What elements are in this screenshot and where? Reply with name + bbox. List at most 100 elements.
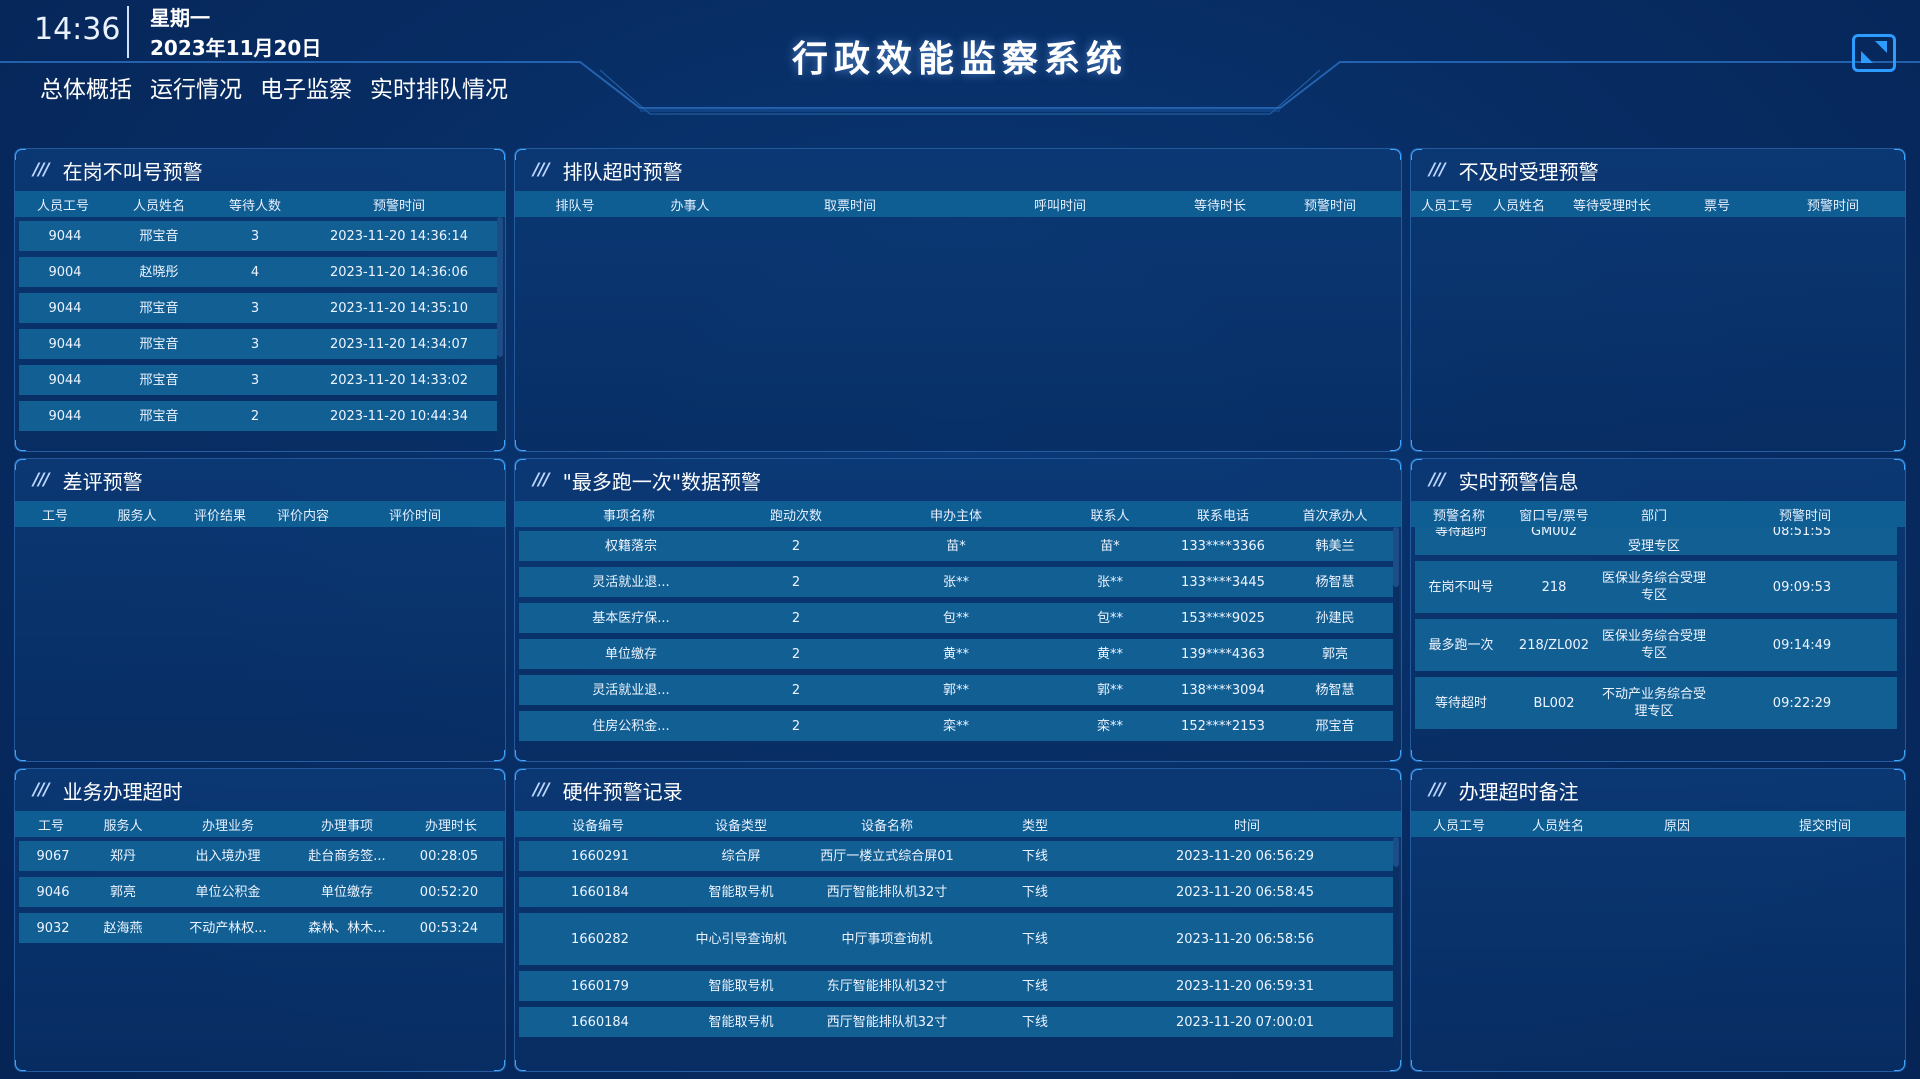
fullscreen-icon[interactable] — [1852, 34, 1896, 72]
cell-count: 2 — [250, 408, 260, 424]
panel-title: /// "最多跑一次"数据预警 — [515, 459, 1401, 501]
cell-contact: 郭** — [1096, 682, 1123, 698]
cell-duration: 00:53:24 — [419, 920, 479, 936]
table-row[interactable]: 1660184 智能取号机 西厅智能排队机32寸 下线 2023-11-20 0… — [519, 1007, 1393, 1037]
cell-device-name: 西厅智能排队机32寸 — [826, 1014, 948, 1030]
cell-id: 9004 — [48, 264, 82, 280]
cell-status: 下线 — [1021, 931, 1048, 947]
table-row[interactable]: 灵活就业退... 2 张** 张** 133****3445 杨智慧 — [519, 567, 1393, 597]
cell-item: 权籍落宗 — [604, 538, 657, 554]
panel-title: /// 在岗不叫号预警 — [15, 149, 505, 191]
cell-runs: 2 — [791, 574, 801, 590]
col-header: 联系电话 — [1196, 508, 1249, 524]
col-header: 评价结果 — [193, 508, 246, 524]
table-row[interactable]: 1660291 综合屏 西厅一楼立式综合屏01 下线 2023-11-20 06… — [519, 841, 1393, 871]
panel-title-text: 硬件预警记录 — [562, 779, 683, 804]
cell-name: 邢宝音 — [139, 372, 179, 388]
table-row[interactable]: 9046 郭亮 单位公积金 单位缴存 00:52:20 — [19, 877, 503, 907]
col-header: 原因 — [1663, 818, 1690, 834]
table-row[interactable]: 9032 赵海燕 不动产林权... 森林、林木... 00:53:24 — [19, 913, 503, 943]
table-row[interactable]: 9004 赵晓彤 4 2023-11-20 14:36:06 — [19, 257, 497, 287]
panel-title-text: 办理超时备注 — [1458, 779, 1579, 804]
table-header: 人员工号 人员姓名 等待受理时长 票号 预警时间 — [1411, 191, 1905, 217]
cell-time: 2023-11-20 06:58:45 — [1175, 884, 1315, 900]
col-header: 申办主体 — [929, 508, 982, 524]
cell-phone: 153****9025 — [1181, 610, 1265, 626]
table-row[interactable]: 住房公积金... 2 栾** 栾** 152****2153 邢宝音 — [519, 711, 1393, 741]
panel-realtime-warning: /// 实时预警信息 预警名称 窗口号/票号 部门 预警时间 等待超时 GM00… — [1410, 458, 1906, 762]
table-body[interactable]: 权籍落宗 2 苗* 苗* 133****3366 韩美兰 灵活就业退... 2 … — [515, 527, 1401, 757]
cell-window: BL002 — [1533, 695, 1575, 711]
col-header: 呼叫时间 — [1033, 198, 1086, 214]
table-row[interactable]: 等待超时 GM002 受理专区 08:51:55 — [1415, 527, 1897, 555]
panel-handling-timeout: /// 业务办理超时 工号 服务人 办理业务 办理事项 办理时长 9067 郑丹… — [14, 768, 506, 1072]
table-row[interactable]: 最多跑一次 218/ZL002 医保业务综合受理专区 09:14:49 — [1415, 619, 1897, 671]
cell-device-id: 1660179 — [571, 978, 629, 994]
cell-item: 森林、林木... — [308, 920, 386, 936]
cell-handler: 郭亮 — [1321, 646, 1348, 662]
cell-duration: 00:28:05 — [419, 848, 479, 864]
slash-icon: /// — [1429, 780, 1446, 800]
table-body[interactable]: 1660291 综合屏 西厅一楼立式综合屏01 下线 2023-11-20 06… — [515, 837, 1401, 1055]
col-header: 跑动次数 — [769, 508, 822, 524]
col-header: 办理时长 — [424, 818, 477, 834]
table-row[interactable]: 1660179 智能取号机 东厅智能排队机32寸 下线 2023-11-20 0… — [519, 971, 1393, 1001]
col-header: 设备名称 — [860, 818, 913, 834]
table-body[interactable]: 9044 邢宝音 3 2023-11-20 14:36:14 9004 赵晓彤 … — [15, 217, 505, 447]
cell-device-id: 1660282 — [571, 931, 629, 947]
table-row[interactable]: 9044 邢宝音 3 2023-11-20 14:34:07 — [19, 329, 497, 359]
cell-name: 邢宝音 — [139, 336, 179, 352]
scrollbar[interactable] — [497, 217, 503, 447]
col-header: 人员姓名 — [1531, 818, 1584, 834]
table-header: 设备编号 设备类型 设备名称 类型 时间 — [515, 811, 1401, 837]
cell-handler: 孙建民 — [1315, 610, 1355, 626]
table-body[interactable]: 等待超时 GM002 受理专区 08:51:55 在岗不叫号 218 医保业务综… — [1411, 527, 1905, 747]
col-header: 排队号 — [555, 198, 595, 214]
cell-handler: 杨智慧 — [1315, 574, 1355, 590]
col-header: 等待人数 — [228, 198, 281, 214]
cell-count: 3 — [250, 228, 260, 244]
col-header: 等待受理时长 — [1572, 198, 1651, 214]
cell-runs: 2 — [791, 646, 801, 662]
table-row[interactable]: 在岗不叫号 218 医保业务综合受理专区 09:09:53 — [1415, 561, 1897, 613]
cell-time: 2023-11-20 07:00:01 — [1175, 1014, 1315, 1030]
table-row[interactable]: 9044 邢宝音 3 2023-11-20 14:35:10 — [19, 293, 497, 323]
scrollbar[interactable] — [1393, 527, 1399, 757]
cell-business: 单位公积金 — [195, 884, 261, 900]
panel-late-accept-warning: /// 不及时受理预警 人员工号 人员姓名 等待受理时长 票号 预警时间 — [1410, 148, 1906, 452]
scrollbar[interactable] — [1393, 837, 1399, 1055]
table-row[interactable]: 9044 邢宝音 3 2023-11-20 14:36:14 — [19, 221, 497, 251]
table-row[interactable]: 1660184 智能取号机 西厅智能排队机32寸 下线 2023-11-20 0… — [519, 877, 1393, 907]
cell-handler: 邢宝音 — [1315, 718, 1355, 734]
table-header: 工号 服务人 评价结果 评价内容 评价时间 — [15, 501, 505, 527]
panel-title: /// 办理超时备注 — [1411, 769, 1905, 811]
col-header: 评价内容 — [276, 508, 329, 524]
col-header: 人员工号 — [1420, 198, 1473, 214]
cell-applicant: 郭** — [942, 682, 969, 698]
table-row[interactable]: 灵活就业退... 2 郭** 郭** 138****3094 杨智慧 — [519, 675, 1393, 705]
table-row[interactable]: 基本医疗保... 2 包** 包** 153****9025 孙建民 — [519, 603, 1393, 633]
cell-server: 郑丹 — [109, 848, 136, 864]
panel-hardware-warning: /// 硬件预警记录 设备编号 设备类型 设备名称 类型 时间 1660291 … — [514, 768, 1402, 1072]
col-header: 预警时间 — [1778, 508, 1831, 524]
cell-time: 2023-11-20 06:56:29 — [1175, 848, 1315, 864]
table-row[interactable]: 单位缴存 2 黄** 黄** 139****4363 郭亮 — [519, 639, 1393, 669]
cell-time: 08:51:55 — [1772, 527, 1832, 539]
panel-run-once-warning: /// "最多跑一次"数据预警 事项名称 跑动次数 申办主体 联系人 联系电话 … — [514, 458, 1402, 762]
cell-phone: 139****4363 — [1181, 646, 1265, 662]
table-body[interactable]: 9067 郑丹 出入境办理 赴台商务签... 00:28:05 9046 郭亮 … — [15, 837, 505, 943]
col-header: 票号 — [1703, 198, 1730, 214]
cell-device-id: 1660184 — [571, 1014, 629, 1030]
cell-status: 下线 — [1021, 884, 1048, 900]
table-row[interactable]: 9044 邢宝音 2 2023-11-20 10:44:34 — [19, 401, 497, 431]
table-row[interactable]: 等待超时 BL002 不动产业务综合受理专区 09:22:29 — [1415, 677, 1897, 729]
table-row[interactable]: 1660282 中心引导查询机 中厅事项查询机 下线 2023-11-20 06… — [519, 913, 1393, 965]
table-row[interactable]: 9044 邢宝音 3 2023-11-20 14:33:02 — [19, 365, 497, 395]
panel-timeout-notes: /// 办理超时备注 人员工号 人员姓名 原因 提交时间 — [1410, 768, 1906, 1072]
cell-applicant: 苗* — [946, 538, 966, 554]
cell-contact: 张** — [1096, 574, 1123, 590]
table-row[interactable]: 权籍落宗 2 苗* 苗* 133****3366 韩美兰 — [519, 531, 1393, 561]
col-header: 提交时间 — [1798, 818, 1851, 834]
cell-time: 2023-11-20 14:34:07 — [329, 336, 469, 352]
table-row[interactable]: 9067 郑丹 出入境办理 赴台商务签... 00:28:05 — [19, 841, 503, 871]
